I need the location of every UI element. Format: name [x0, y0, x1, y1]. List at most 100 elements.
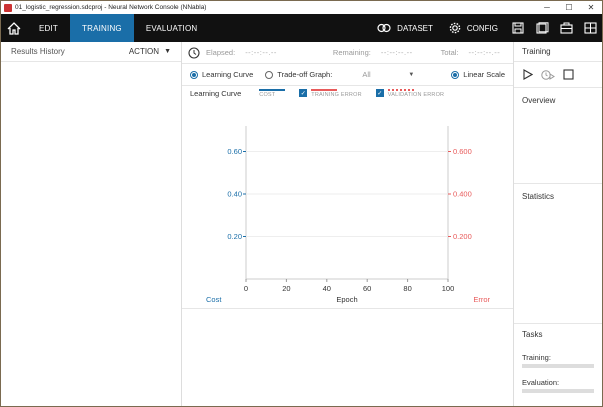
toolbox-button[interactable]	[554, 14, 578, 42]
right-panel: Training Overview Statistics Tasks Train…	[513, 42, 602, 406]
linear-scale-option[interactable]: Linear Scale	[451, 70, 505, 79]
run-evaluation-button[interactable]	[541, 69, 555, 81]
close-button[interactable]: ✕	[580, 3, 602, 12]
tab-edit[interactable]: EDIT	[27, 14, 70, 42]
legend-cost-line	[259, 88, 286, 91]
run-button[interactable]	[522, 69, 533, 80]
legend-training-label: TRAINING ERROR	[311, 91, 362, 98]
chevron-down-icon: ▼	[164, 48, 171, 55]
training-title: Training	[522, 47, 551, 56]
action-menu[interactable]: ACTION ▼	[129, 47, 171, 56]
overview-title: Overview	[522, 96, 556, 105]
training-controls	[514, 62, 602, 88]
elapsed-label: Elapsed:	[206, 48, 236, 57]
x-tick-label: 100	[442, 284, 455, 293]
clock-icon	[188, 46, 200, 59]
tradeoff-select[interactable]: All ▼	[362, 70, 414, 79]
briefcase-icon	[559, 22, 573, 34]
layout-button[interactable]	[578, 14, 602, 42]
total-label: Total:	[440, 48, 459, 57]
y-right-tick-label: 0.600	[453, 147, 472, 156]
training-main: Elapsed: --:--:--.-- Remaining: --:--:--…	[182, 42, 513, 406]
dataset-button[interactable]: DATASET	[369, 23, 441, 33]
legend-cost: COST	[259, 88, 286, 98]
learning-curve-option[interactable]: Learning Curve	[190, 70, 253, 79]
remaining-label: Remaining:	[332, 48, 371, 57]
x-tick-label: 20	[282, 284, 290, 293]
layout-icon	[583, 22, 597, 34]
y-left-axis-label: Cost	[206, 295, 222, 304]
results-history-title: Results History	[11, 47, 65, 56]
y-right-axis-label: Error	[473, 295, 490, 304]
linear-scale-label: Linear Scale	[463, 70, 505, 79]
elapsed-value: --:--:--.--	[245, 48, 277, 57]
chart-title: Learning Curve	[190, 88, 242, 98]
y-left-tick-label: 0.40	[227, 190, 242, 199]
x-axis-label: Epoch	[336, 295, 357, 304]
statistics-section: Statistics	[514, 184, 602, 324]
training-task-label: Training:	[522, 353, 551, 362]
training-section-header: Training	[514, 42, 602, 62]
checkbox-checked-icon: ✓	[299, 89, 308, 97]
y-right-tick-label: 0.200	[453, 232, 472, 241]
window-title: 01_logistic_regression.sdcproj - Neural …	[15, 4, 207, 11]
dataset-label: DATASET	[397, 23, 433, 33]
config-button[interactable]: CONFIG	[441, 22, 506, 34]
config-label: CONFIG	[466, 23, 498, 33]
tasks-title: Tasks	[522, 330, 543, 339]
chevron-down-icon: ▼	[408, 71, 415, 78]
home-button[interactable]	[1, 14, 27, 42]
x-tick-label: 40	[323, 284, 331, 293]
action-label: ACTION	[128, 47, 160, 56]
gear-icon	[449, 22, 461, 34]
legend-training-line	[311, 88, 338, 91]
tab-training[interactable]: TRAINING	[70, 14, 134, 42]
overview-section: Overview	[514, 88, 602, 184]
learning-curve-svg: 0.20 0.40 0.60 0.200 0.400 0.600 0 20 40 60 80 100 E…	[206, 126, 490, 304]
legend-validation-label: VALIDATION ERROR	[387, 91, 445, 98]
legend-cost-label: COST	[259, 91, 276, 98]
graph-options: Learning Curve Trade-off Graph: All ▼ Li…	[182, 64, 513, 86]
statistics-title: Statistics	[522, 192, 555, 201]
y-left-tick-label: 0.20	[227, 232, 242, 241]
timer-bar: Elapsed: --:--:--.-- Remaining: --:--:--…	[182, 42, 513, 64]
radio-unselected	[265, 70, 274, 79]
maximize-button[interactable]: ☐	[558, 3, 580, 12]
app-icon	[4, 3, 12, 12]
save-icon	[512, 22, 524, 34]
play-icon	[523, 69, 533, 80]
radio-selected	[190, 70, 198, 79]
y-left-tick-label: 0.60	[227, 147, 242, 156]
legend-training-error[interactable]: ✓ TRAINING ERROR	[299, 88, 362, 98]
evaluation-progress-bar	[522, 389, 594, 393]
tab-evaluation[interactable]: EVALUATION	[134, 14, 210, 42]
chart-bottom-divider	[182, 308, 513, 309]
legend-validation-error[interactable]: ✓ VALIDATION ERROR	[375, 88, 445, 98]
stop-button[interactable]	[563, 69, 574, 80]
minimize-button[interactable]: ─	[536, 3, 558, 12]
save-as-button[interactable]	[530, 14, 554, 42]
x-tick-label: 80	[403, 284, 411, 293]
x-tick-label: 60	[363, 284, 371, 293]
app-window: 01_logistic_regression.sdcproj - Neural …	[0, 0, 603, 407]
checkbox-checked-icon: ✓	[375, 89, 384, 97]
stop-icon	[563, 69, 574, 80]
tradeoff-label: Trade-off Graph:	[277, 70, 333, 79]
title-bar: 01_logistic_regression.sdcproj - Neural …	[1, 1, 602, 14]
y-right-tick-label: 0.400	[453, 190, 472, 199]
remaining-value: --:--:--.--	[380, 48, 413, 57]
tradeoff-select-value: All	[362, 70, 371, 79]
dataset-link-icon	[377, 23, 391, 33]
total-value: --:--:--.--	[468, 48, 501, 57]
learning-curve-chart: 0.20 0.40 0.60 0.200 0.400 0.600 0 20 40 60 80 100 E…	[182, 122, 513, 308]
save-button[interactable]	[506, 14, 530, 42]
legend-validation-line	[387, 88, 414, 91]
save-as-icon	[535, 22, 548, 34]
chart-legend: Learning Curve COST ✓ TRAINING ERROR ✓ V…	[182, 86, 513, 100]
training-progress-bar	[522, 364, 594, 368]
tradeoff-option[interactable]: Trade-off Graph:	[265, 70, 332, 79]
x-tick-label: 0	[244, 284, 248, 293]
tasks-section: Tasks Training: Evaluation:	[514, 324, 602, 393]
home-icon	[7, 21, 21, 35]
results-history-panel: Results History ACTION ▼	[1, 42, 182, 406]
